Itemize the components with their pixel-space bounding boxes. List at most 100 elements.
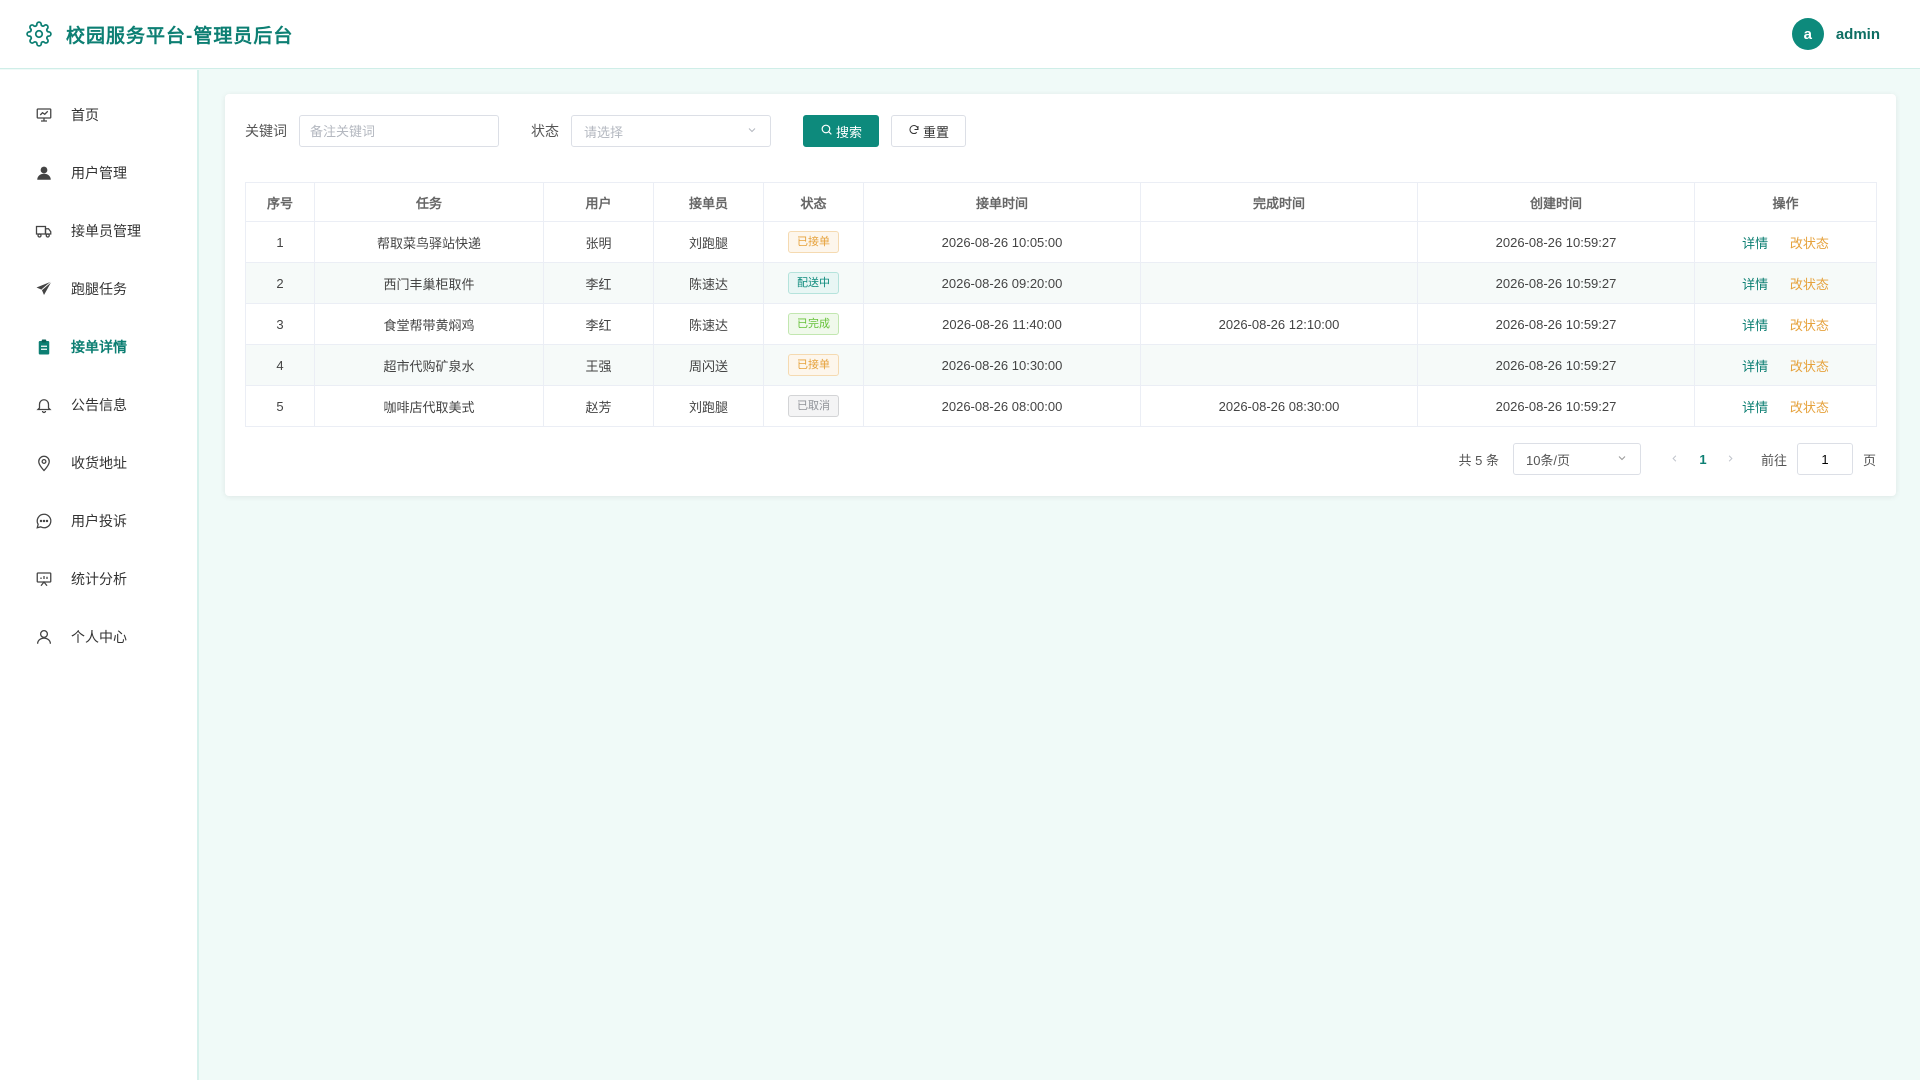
cell-runner: 周闪送 <box>653 344 764 386</box>
sidebar-item-label: 接单详情 <box>71 339 127 355</box>
cell-user: 李红 <box>543 303 654 345</box>
cell-create-time: 2026-08-26 10:59:27 <box>1417 303 1695 345</box>
sidebar-item-profile[interactable]: 个人中心 <box>0 608 197 666</box>
table-row: 2 西门丰巢柜取件 李红 陈速达 配送中 2026-08-26 09:20:00… <box>245 262 1877 304</box>
change-status-link[interactable]: 改状态 <box>1790 359 1829 374</box>
cell-accept-time: 2026-08-26 09:20:00 <box>863 262 1141 304</box>
truck-icon <box>35 222 53 240</box>
total-count: 共 5 条 <box>1458 452 1499 468</box>
status-select[interactable]: 请选择 <box>571 115 771 147</box>
username[interactable]: admin <box>1836 26 1880 43</box>
sidebar-item-label: 统计分析 <box>71 571 127 587</box>
monitor-icon <box>35 106 53 124</box>
detail-link[interactable]: 详情 <box>1742 277 1768 292</box>
top-header: 校园服务平台-管理员后台 a admin <box>0 0 1920 69</box>
sidebar-item-addresses[interactable]: 收货地址 <box>0 434 197 492</box>
detail-link[interactable]: 详情 <box>1742 236 1768 251</box>
prev-page-button[interactable] <box>1665 452 1685 467</box>
sidebar-item-label: 接单员管理 <box>71 223 141 239</box>
column-header: 用户 <box>543 182 654 222</box>
status-badge: 已接单 <box>788 231 839 253</box>
goto-page-input[interactable] <box>1796 443 1853 475</box>
sidebar-item-statistics[interactable]: 统计分析 <box>0 550 197 608</box>
keyword-input[interactable] <box>299 115 499 147</box>
user-menu[interactable]: a admin <box>1791 18 1880 50</box>
change-status-link[interactable]: 改状态 <box>1790 277 1829 292</box>
orders-table: 序号 任务 用户 接单员 状态 接单时间 完成时间 创建时间 操作 1 帮取菜鸟… <box>245 182 1877 427</box>
page-number-current[interactable]: 1 <box>1685 452 1721 467</box>
chevron-down-icon <box>746 124 758 139</box>
pagination: 共 5 条 10条/页 1 前往 页 <box>245 443 1876 475</box>
location-icon <box>35 454 53 472</box>
sidebar-item-home[interactable]: 首页 <box>0 86 197 144</box>
search-icon <box>820 123 833 139</box>
cell-user: 张明 <box>543 221 654 263</box>
clipboard-icon <box>35 338 53 356</box>
cell-status: 已接单 <box>763 344 864 386</box>
column-header: 创建时间 <box>1417 182 1695 222</box>
goto-label: 前往 <box>1760 452 1787 468</box>
sidebar-item-order-details[interactable]: 接单详情 <box>0 318 197 376</box>
status-select-placeholder: 请选择 <box>584 124 624 140</box>
sidebar-item-complaints[interactable]: 用户投诉 <box>0 492 197 550</box>
avatar[interactable]: a <box>1791 18 1824 50</box>
change-status-link[interactable]: 改状态 <box>1790 318 1829 333</box>
column-header: 任务 <box>314 182 544 222</box>
search-button[interactable]: 搜索 <box>803 115 880 147</box>
cell-status: 已接单 <box>763 221 864 263</box>
sidebar-item-label: 跑腿任务 <box>71 281 127 297</box>
send-icon <box>35 280 53 298</box>
sidebar-item-users[interactable]: 用户管理 <box>0 144 197 202</box>
sidebar-item-label: 首页 <box>71 107 99 123</box>
next-page-button[interactable] <box>1721 452 1741 467</box>
page-size-select[interactable]: 10条/页 <box>1512 443 1641 475</box>
keyword-label: 关键词 <box>245 123 287 139</box>
chevron-left-icon <box>1672 454 1677 462</box>
cell-finish-time: 2026-08-26 08:30:00 <box>1140 385 1418 427</box>
cell-task: 超市代购矿泉水 <box>314 344 544 386</box>
cell-no: 4 <box>245 344 315 386</box>
sidebar-item-notices[interactable]: 公告信息 <box>0 376 197 434</box>
status-badge: 已接单 <box>788 354 839 376</box>
order-details-card: 关键词 状态 请选择 搜索 重置 序号 任务 <box>225 94 1896 496</box>
sidebar-item-label: 用户管理 <box>71 165 127 181</box>
brand: 校园服务平台-管理员后台 <box>26 21 293 48</box>
sidebar-item-label: 公告信息 <box>71 397 127 413</box>
sidebar-item-label: 用户投诉 <box>71 513 127 529</box>
chat-icon <box>35 512 53 530</box>
filter-bar: 关键词 状态 请选择 搜索 重置 <box>245 114 1876 148</box>
sidebar-item-runners[interactable]: 接单员管理 <box>0 202 197 260</box>
cell-user: 王强 <box>543 344 654 386</box>
change-status-link[interactable]: 改状态 <box>1790 236 1829 251</box>
cell-no: 3 <box>245 303 315 345</box>
cell-status: 已完成 <box>763 303 864 345</box>
cell-accept-time: 2026-08-26 10:05:00 <box>863 221 1141 263</box>
change-status-link[interactable]: 改状态 <box>1790 400 1829 415</box>
cell-runner: 刘跑腿 <box>653 221 764 263</box>
table-row: 3 食堂帮带黄焖鸡 李红 陈速达 已完成 2026-08-26 11:40:00… <box>245 303 1877 345</box>
cell-create-time: 2026-08-26 10:59:27 <box>1417 221 1695 263</box>
sidebar-item-tasks[interactable]: 跑腿任务 <box>0 260 197 318</box>
detail-link[interactable]: 详情 <box>1742 400 1768 415</box>
cell-runner: 陈速达 <box>653 262 764 304</box>
page-unit-label: 页 <box>1862 452 1876 468</box>
cell-finish-time <box>1140 344 1418 386</box>
detail-link[interactable]: 详情 <box>1742 359 1768 374</box>
status-badge: 配送中 <box>788 272 839 294</box>
person-outline-icon <box>35 628 53 646</box>
cell-finish-time <box>1140 262 1418 304</box>
sidebar: 首页 用户管理 接单员管理 跑腿任务 接单详情 公告信息 收货地址 用户投诉 统… <box>0 70 199 1080</box>
reset-button[interactable]: 重置 <box>891 115 967 147</box>
sidebar-item-label: 收货地址 <box>71 455 127 471</box>
search-button-label: 搜索 <box>836 124 863 140</box>
detail-link[interactable]: 详情 <box>1742 318 1768 333</box>
cell-status: 配送中 <box>763 262 864 304</box>
cell-user: 赵芳 <box>543 385 654 427</box>
column-header: 接单时间 <box>863 182 1141 222</box>
cell-status: 已取消 <box>763 385 864 427</box>
table-row: 5 咖啡店代取美式 赵芳 刘跑腿 已取消 2026-08-26 08:00:00… <box>245 385 1877 427</box>
sidebar-item-label: 个人中心 <box>71 629 127 645</box>
table-header-row: 序号 任务 用户 接单员 状态 接单时间 完成时间 创建时间 操作 <box>245 182 1877 222</box>
cell-actions: 详情 改状态 <box>1694 303 1877 345</box>
page-size-value: 10条/页 <box>1525 452 1571 468</box>
